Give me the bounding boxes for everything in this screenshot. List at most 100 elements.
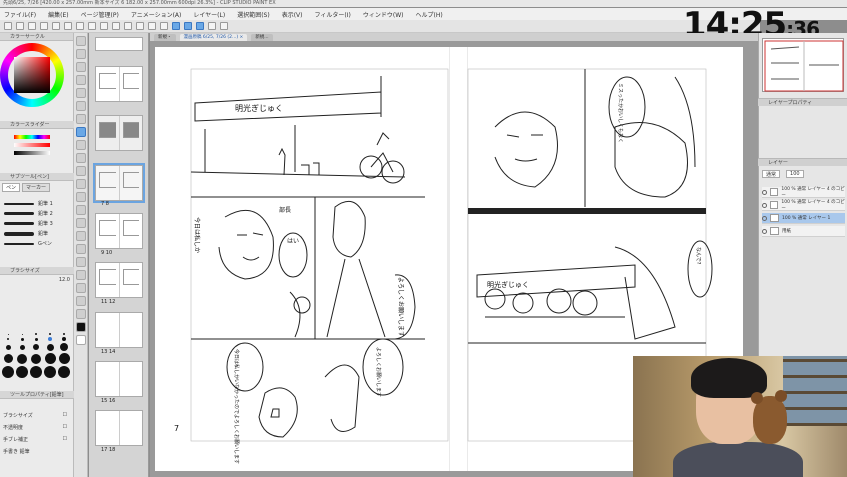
snap-border-icon[interactable] bbox=[184, 22, 192, 30]
color-wheel[interactable] bbox=[0, 43, 64, 107]
page-spread-thumbnail[interactable] bbox=[95, 115, 143, 151]
snap-grid-icon[interactable] bbox=[148, 22, 156, 30]
deselect-icon[interactable] bbox=[88, 22, 96, 30]
menu-animation[interactable]: アニメーション(A) bbox=[131, 10, 182, 19]
page-spread-thumbnail[interactable] bbox=[95, 37, 143, 51]
save-icon[interactable] bbox=[28, 22, 36, 30]
select-all-icon[interactable] bbox=[112, 22, 120, 30]
brush-item[interactable]: 鉛筆 2 bbox=[4, 209, 66, 218]
brush-item[interactable]: Gペン bbox=[4, 239, 66, 248]
layer-row[interactable]: 用紙 bbox=[762, 226, 845, 237]
brush-size-preset[interactable] bbox=[58, 366, 70, 378]
saturation-slider[interactable] bbox=[14, 143, 50, 147]
gradient-icon[interactable] bbox=[208, 22, 216, 30]
transform-icon[interactable] bbox=[76, 22, 84, 30]
grid-icon[interactable] bbox=[220, 22, 228, 30]
brush-size-preset[interactable] bbox=[33, 344, 39, 350]
brush-size-preset[interactable] bbox=[3, 354, 13, 363]
page-spread-thumbnail[interactable] bbox=[95, 410, 143, 446]
correct-line-icon[interactable] bbox=[76, 309, 86, 319]
menu-window[interactable]: ウィンドウ(W) bbox=[363, 10, 404, 19]
brush-size-preset[interactable] bbox=[35, 333, 37, 335]
pencil-icon[interactable] bbox=[76, 140, 86, 150]
eye-icon[interactable] bbox=[762, 202, 767, 208]
brush-size-preset[interactable] bbox=[44, 366, 56, 378]
layer-row-selected[interactable]: 100 % 通常 レイヤー 1 bbox=[762, 213, 845, 224]
redo-icon[interactable] bbox=[52, 22, 60, 30]
menu-file[interactable]: ファイル(F) bbox=[4, 10, 36, 19]
brush-item[interactable]: 鉛筆 3 bbox=[4, 219, 66, 228]
menu-edit[interactable]: 編集(E) bbox=[48, 10, 68, 19]
brush-size-preset[interactable] bbox=[21, 333, 23, 335]
balloon-icon[interactable] bbox=[76, 296, 86, 306]
brush-size-preset[interactable] bbox=[20, 337, 24, 341]
new-file-icon[interactable] bbox=[4, 22, 12, 30]
checkbox-icon[interactable]: ☐ bbox=[63, 412, 67, 418]
blend-icon[interactable] bbox=[76, 205, 86, 215]
brush-item[interactable]: 鉛筆 1 bbox=[4, 199, 66, 208]
navigator-preview[interactable] bbox=[762, 38, 844, 92]
menu-selection[interactable]: 選択範囲(S) bbox=[237, 10, 270, 19]
brush-size-preset[interactable] bbox=[62, 337, 66, 341]
eyedropper-icon[interactable] bbox=[76, 114, 86, 124]
decoration-icon[interactable] bbox=[76, 179, 86, 189]
brush-size-preset[interactable] bbox=[2, 366, 14, 378]
brush-size-preset[interactable] bbox=[7, 333, 9, 335]
snap-special-ruler-icon[interactable] bbox=[160, 22, 168, 30]
snap-ruler-icon[interactable] bbox=[136, 22, 144, 30]
brush-size-preset[interactable] bbox=[30, 366, 42, 378]
brush-size-preset[interactable] bbox=[17, 353, 27, 364]
brush-size-preset[interactable] bbox=[19, 344, 25, 350]
brush-size-preset[interactable] bbox=[16, 366, 28, 378]
page-spread-thumbnail[interactable] bbox=[95, 66, 143, 102]
tab-manuscript[interactable]: 漫画原稿 6/25, 7/26 (2...) × bbox=[179, 33, 248, 41]
page-spread-thumbnail[interactable] bbox=[95, 361, 143, 397]
menu-view[interactable]: 表示(V) bbox=[282, 10, 303, 19]
tab-other[interactable]: 新規... bbox=[251, 33, 273, 41]
opacity-field[interactable]: 100 bbox=[786, 170, 804, 178]
frame-border-icon[interactable] bbox=[76, 257, 86, 267]
sub-tool-tab-pen[interactable]: ペン bbox=[2, 183, 21, 192]
zoom-icon[interactable] bbox=[76, 36, 86, 46]
saturation-value-square[interactable] bbox=[14, 57, 50, 93]
menu-filter[interactable]: フィルター(I) bbox=[315, 10, 351, 19]
brush-icon[interactable] bbox=[76, 153, 86, 163]
menu-page[interactable]: ページ管理(P) bbox=[81, 10, 119, 19]
brush-size-preset[interactable] bbox=[44, 353, 56, 364]
auto-select-icon[interactable] bbox=[76, 101, 86, 111]
sub-tool-tab-marker[interactable]: マーカー bbox=[22, 183, 51, 192]
open-file-icon[interactable] bbox=[16, 22, 24, 30]
snap-guide-icon[interactable] bbox=[196, 22, 204, 30]
hue-slider[interactable] bbox=[14, 135, 50, 139]
layer-row[interactable]: 100 % 通常 レイヤー 4 のコピー bbox=[762, 187, 845, 198]
text-icon[interactable] bbox=[76, 283, 86, 293]
operation-icon[interactable] bbox=[76, 62, 86, 72]
page-spread-thumbnail[interactable] bbox=[95, 312, 143, 348]
brush-size-preset[interactable] bbox=[34, 337, 38, 341]
tab-new[interactable]: 新規・ bbox=[154, 33, 176, 41]
fill-icon[interactable] bbox=[76, 218, 86, 228]
brush-size-preset[interactable] bbox=[63, 333, 65, 335]
prop-brush-size[interactable]: ブラシサイズ ☐ bbox=[3, 411, 67, 419]
brush-size-preset[interactable] bbox=[31, 353, 41, 364]
brush-item[interactable]: 鉛筆 bbox=[4, 229, 66, 238]
layer-row[interactable]: 100 % 通常 レイヤー 4 のコピー bbox=[762, 200, 845, 211]
menu-help[interactable]: ヘルプ(H) bbox=[415, 10, 442, 19]
prop-stabilization[interactable]: 手ブレ補正 ☐ bbox=[3, 435, 67, 443]
invert-selection-icon[interactable] bbox=[100, 22, 108, 30]
page-spread-thumbnail-selected[interactable] bbox=[93, 163, 145, 203]
airbrush-icon[interactable] bbox=[76, 166, 86, 176]
undo-icon[interactable] bbox=[40, 22, 48, 30]
checkbox-icon[interactable]: ☐ bbox=[63, 424, 67, 430]
page-spread-thumbnail[interactable] bbox=[95, 213, 143, 249]
sub-color-swatch[interactable] bbox=[76, 335, 86, 345]
pen-icon[interactable] bbox=[76, 127, 86, 137]
brush-size-preset[interactable] bbox=[46, 343, 54, 351]
blend-mode-select[interactable]: 通常 bbox=[762, 170, 781, 178]
brush-size-preset[interactable] bbox=[49, 333, 51, 335]
prop-pencil[interactable]: 手書き 鉛筆 bbox=[3, 447, 67, 455]
move-icon[interactable] bbox=[76, 49, 86, 59]
selection-icon[interactable] bbox=[76, 88, 86, 98]
brush-size-preset-selected[interactable] bbox=[48, 337, 52, 341]
menu-layer[interactable]: レイヤー(L) bbox=[193, 10, 225, 19]
